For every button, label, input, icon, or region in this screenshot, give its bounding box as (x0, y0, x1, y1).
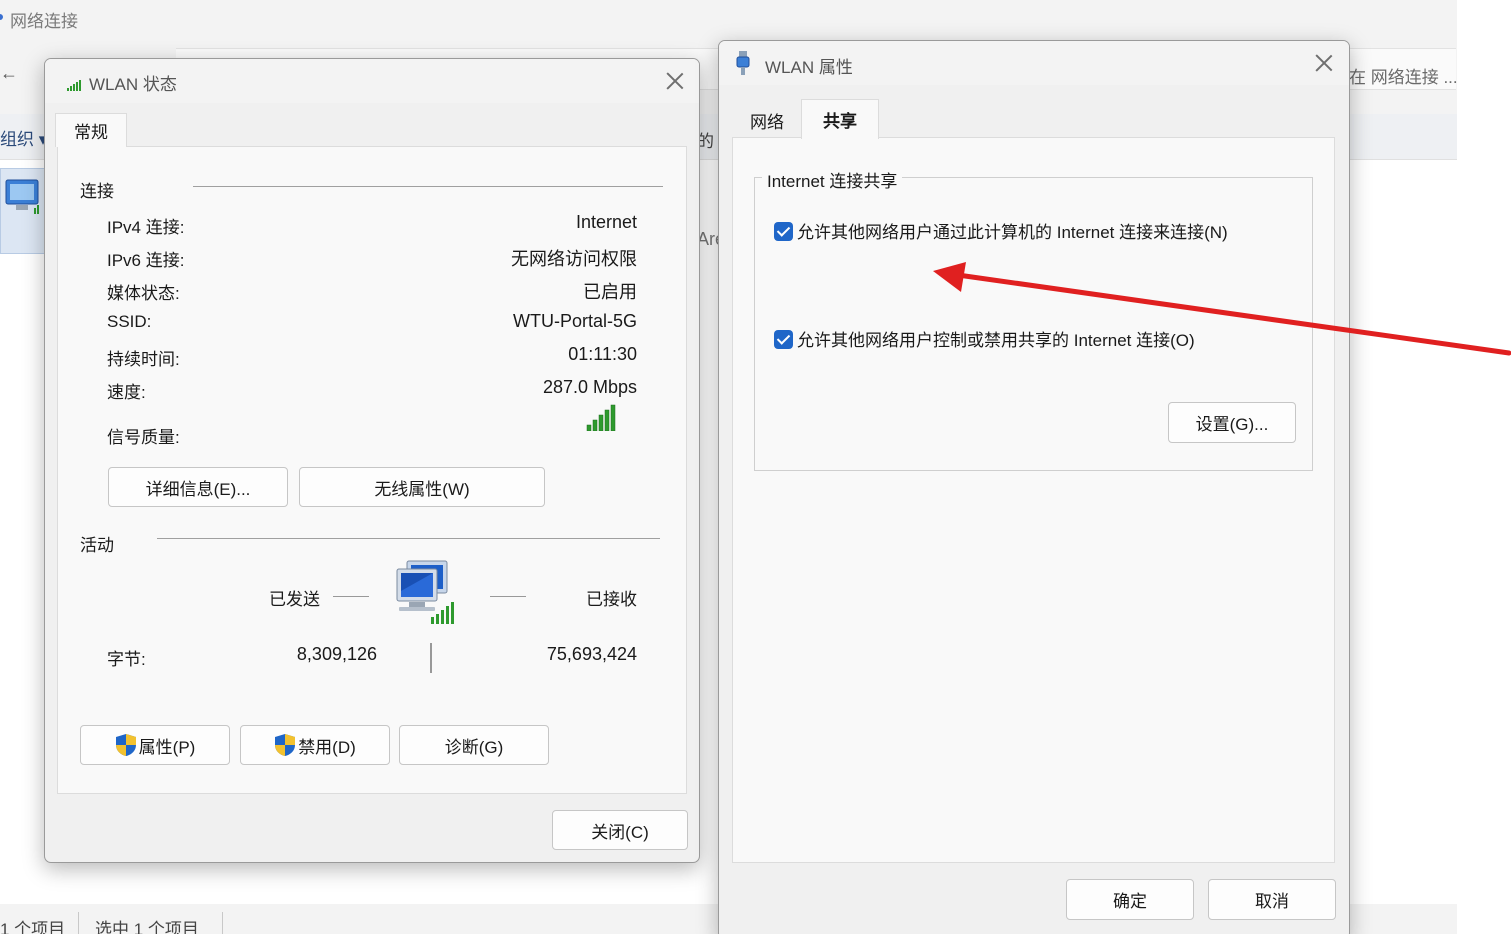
status-separator (222, 912, 223, 934)
ipv6-label: IPv6 连接: (107, 251, 185, 270)
section-divider (157, 538, 660, 539)
explorer-titlebar: 网络连接 (0, 0, 1457, 38)
details-button[interactable]: 详细信息(E)... (108, 467, 288, 507)
allow-connect-label: 允许其他网络用户通过此计算机的 Internet 连接来连接(N) (797, 223, 1228, 242)
ok-button[interactable]: 确定 (1066, 879, 1194, 920)
properties-titlebar: WLAN 属性 (719, 41, 1349, 85)
explorer-title: 网络连接 (10, 12, 78, 31)
organize-menu[interactable]: 组织 ▾ (0, 125, 47, 150)
network-adapter-icon (736, 51, 750, 75)
diagnose-button[interactable]: 诊断(G) (399, 725, 549, 765)
signal-bar (604, 409, 610, 431)
search-box[interactable]: 在 网络连接 ... (1349, 63, 1457, 88)
close-icon[interactable] (664, 70, 686, 92)
network-adapter-icon (5, 179, 39, 214)
received-label: 已接收 (586, 590, 637, 609)
sent-line (333, 596, 369, 597)
uac-shield-icon (275, 734, 296, 756)
ipv4-value: Internet (575, 212, 637, 232)
section-connection-title: 连接 (80, 182, 114, 201)
properties-button[interactable]: 属性(P) (80, 725, 230, 765)
ssid-label: SSID: (107, 312, 152, 331)
signal-bar (610, 404, 616, 431)
bytes-label: 字节: (107, 650, 146, 669)
tab-sharing[interactable]: 共享 (801, 99, 879, 139)
ics-group-title: Internet 连接共享 (762, 167, 903, 192)
tab-general[interactable]: 常规 (55, 113, 127, 147)
duration-value: 01:11:30 (568, 344, 637, 364)
status-selected-count: 选中 1 个项目 (95, 920, 199, 934)
media-state-label: 媒体状态: (107, 284, 180, 303)
bytes-received-value: 75,693,424 (546, 644, 637, 664)
dialog-title: WLAN 属性 (765, 58, 853, 77)
signal-strength-icon (586, 404, 616, 431)
speed-value: 287.0 Mbps (542, 377, 637, 397)
cancel-button[interactable]: 取消 (1208, 879, 1336, 920)
signal-quality-label: 信号质量: (107, 428, 180, 447)
received-line (490, 596, 526, 597)
back-arrow-icon[interactable]: ← (0, 63, 18, 84)
wireless-properties-button[interactable]: 无线属性(W) (299, 467, 545, 507)
sent-label: 已发送 (269, 590, 320, 609)
media-state-value: 已启用 (583, 282, 637, 302)
status-item-count: 1 个项目 (0, 920, 66, 934)
settings-button[interactable]: 设置(G)... (1168, 402, 1296, 443)
properties-button-label: 属性(P) (138, 737, 196, 757)
close-button[interactable]: 关闭(C) (552, 810, 688, 850)
window-icon (0, 14, 3, 20)
bytes-sent-value: 8,309,126 (296, 644, 377, 664)
allow-control-checkbox[interactable] (774, 330, 793, 349)
ipv6-value: 无网络访问权限 (511, 249, 637, 269)
signal-bar (592, 419, 598, 431)
signal-bar (598, 414, 604, 431)
ipv4-label: IPv4 连接: (107, 218, 185, 237)
wifi-signal-icon (67, 80, 81, 91)
uac-shield-icon (115, 734, 136, 756)
duration-label: 持续时间: (107, 350, 180, 369)
tab-network[interactable]: 网络 (733, 103, 801, 137)
close-icon[interactable] (1313, 52, 1335, 74)
disable-button-label: 禁用(D) (298, 737, 356, 757)
wlan-status-dialog: WLAN 状态 常规 连接 IPv4 连接: Internet IPv6 连接:… (44, 58, 700, 863)
status-titlebar: WLAN 状态 (45, 59, 699, 103)
wlan-properties-dialog: WLAN 属性 网络 共享 Internet 连接共享 允许其他网络用户通过此计… (718, 40, 1350, 934)
network-computer-icon (396, 560, 454, 624)
dialog-title: WLAN 状态 (89, 75, 177, 94)
ssid-value: WTU-Portal-5G (512, 311, 637, 331)
speed-label: 速度: (107, 383, 146, 402)
section-divider (193, 186, 663, 187)
allow-control-label: 允许其他网络用户控制或禁用共享的 Internet 连接(O) (797, 331, 1195, 350)
allow-connect-checkbox[interactable] (774, 222, 793, 241)
bytes-divider (430, 643, 432, 673)
section-activity-title: 活动 (80, 536, 114, 555)
status-separator (78, 912, 79, 934)
disable-button[interactable]: 禁用(D) (240, 725, 390, 765)
signal-bar (586, 424, 592, 431)
